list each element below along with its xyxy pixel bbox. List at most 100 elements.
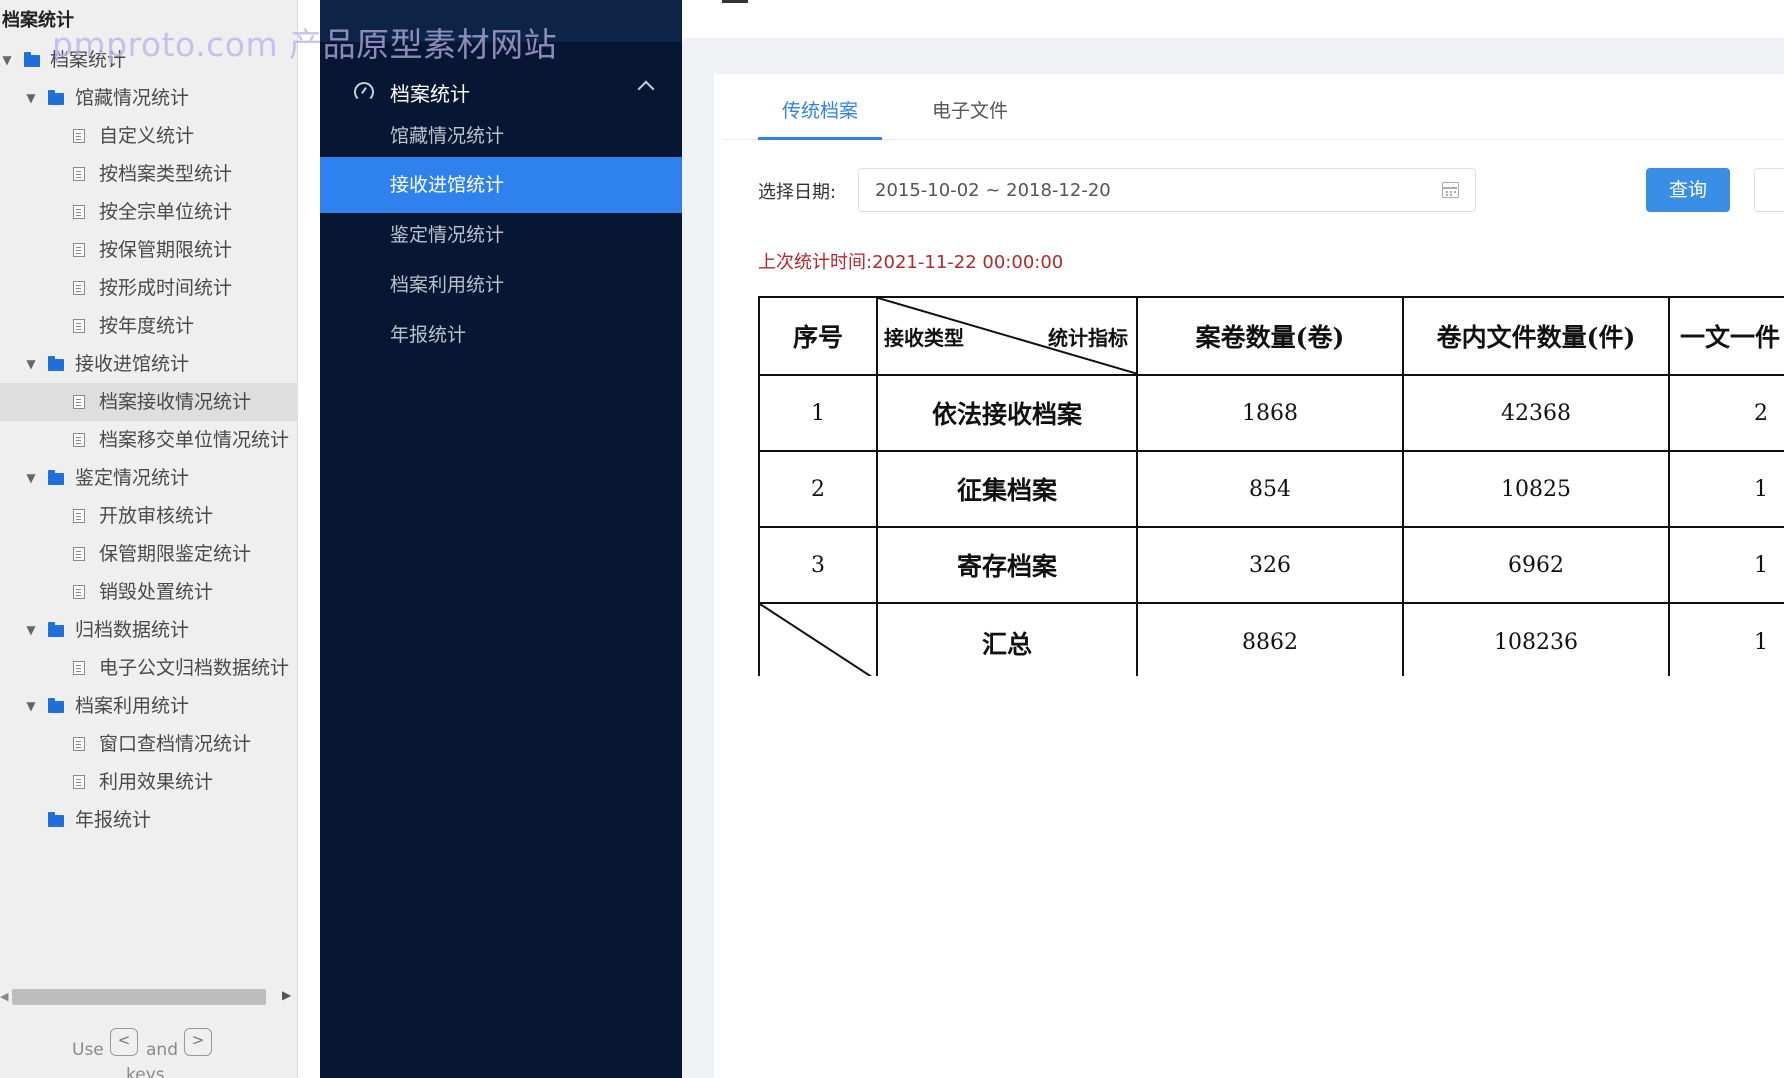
nav-item[interactable]: 鉴定情况统计 xyxy=(320,207,682,263)
page: 档案统计 ▼ 档案统计 ▼ 馆藏情况统计 自定义统计 按档案类型统计 按全宗单位统计 按保管期… xyxy=(0,0,1784,1078)
table-header-row: 序号 接收类型 统计指标 案卷数量(卷) 卷内文件数量(件) 一文一件 xyxy=(758,296,1784,376)
tree-node[interactable]: 按年度统计 xyxy=(0,307,298,345)
watermark: pmproto.com 产品原型素材网站 xyxy=(52,25,558,64)
tab-traditional-archives[interactable]: 传统档案 xyxy=(782,96,858,123)
tree-node-label: 保管期限鉴定统计 xyxy=(99,543,252,565)
expand-arrow-icon[interactable]: ▼ xyxy=(24,611,38,649)
header-files: 卷内文件数量(件) xyxy=(1402,296,1670,376)
header-volumes: 案卷数量(卷) xyxy=(1136,296,1404,376)
scroll-right-icon[interactable]: ▶ xyxy=(282,988,291,1002)
calendar-icon[interactable] xyxy=(1442,182,1459,198)
tree-node[interactable]: 销毁处置统计 xyxy=(0,573,298,611)
tree-node-label: 档案移交单位情况统计 xyxy=(99,429,290,451)
table-row: 1 依法接收档案 1868 42368 2 xyxy=(758,374,1784,452)
nav-item[interactable]: 接收进馆统计 xyxy=(320,157,682,213)
cell-volumes: 1868 xyxy=(1136,374,1404,452)
hint-use: Use xyxy=(72,1040,104,1060)
stats-card: 传统档案 电子文件 选择日期: 2015-10-02 ~ 2018-12-20 … xyxy=(714,74,1784,1078)
expand-arrow-icon[interactable]: ▼ xyxy=(24,459,38,497)
tree-node[interactable]: 档案接收情况统计 xyxy=(0,383,298,421)
tree-node[interactable]: 窗口查档情况统计 xyxy=(0,725,298,763)
chevron-up-icon[interactable] xyxy=(637,80,655,98)
nav-item[interactable]: 档案利用统计 xyxy=(320,257,682,313)
document-icon xyxy=(73,167,85,181)
tree-node[interactable]: 档案移交单位情况统计 xyxy=(0,421,298,459)
cell-total-volumes: 8862 xyxy=(1136,602,1404,676)
tree-node[interactable]: ▼ 馆藏情况统计 xyxy=(0,79,298,117)
tree-node[interactable]: ▼ 归档数据统计 xyxy=(0,611,298,649)
document-icon xyxy=(73,509,85,523)
tree-node[interactable]: 利用效果统计 xyxy=(0,763,298,801)
folder-icon xyxy=(48,622,64,637)
menu-toggle-icon[interactable] xyxy=(722,0,748,3)
main-area: 传统档案 电子文件 选择日期: 2015-10-02 ~ 2018-12-20 … xyxy=(682,0,1784,1078)
cell-one-doc: 1 xyxy=(1668,450,1784,528)
tree-horizontal-scrollbar[interactable]: ◀ ▶ xyxy=(0,986,298,1008)
date-range-picker[interactable]: 2015-10-02 ~ 2018-12-20 xyxy=(858,168,1476,212)
document-icon xyxy=(73,243,85,257)
tree-node-label: 窗口查档情况统计 xyxy=(99,733,252,755)
folder-icon xyxy=(48,812,64,827)
active-tab-indicator xyxy=(758,137,882,140)
cell-files: 42368 xyxy=(1402,374,1670,452)
tree-node[interactable]: 按形成时间统计 xyxy=(0,269,298,307)
tree-node-label: 自定义统计 xyxy=(99,125,195,147)
document-icon xyxy=(73,585,85,599)
last-stat-time: 上次统计时间:2021-11-22 00:00:00 xyxy=(758,252,1064,273)
query-button[interactable]: 查询 xyxy=(1646,168,1730,212)
nav-item[interactable]: 馆藏情况统计 xyxy=(320,108,682,164)
archive-tree: ▼ 档案统计 ▼ 馆藏情况统计 自定义统计 按档案类型统计 按全宗单位统计 按保管期限统计 按形… xyxy=(0,41,298,839)
tree-node[interactable]: 自定义统计 xyxy=(0,117,298,155)
nav-item[interactable]: 年报统计 xyxy=(320,307,682,363)
folder-icon xyxy=(48,90,64,105)
dashboard-gauge-icon xyxy=(354,82,374,102)
expand-arrow-icon[interactable]: ▼ xyxy=(0,41,14,79)
tree-node[interactable]: 年报统计 xyxy=(0,801,298,839)
tree-node-label: 鉴定情况统计 xyxy=(75,467,190,489)
tree-node-label: 销毁处置统计 xyxy=(99,581,214,603)
header-diagonal: 接收类型 统计指标 xyxy=(876,296,1138,376)
header-one-doc: 一文一件 xyxy=(1668,296,1784,376)
cell-files: 10825 xyxy=(1402,450,1670,528)
tree-node-label: 按年度统计 xyxy=(99,315,195,337)
tree-node[interactable]: 开放审核统计 xyxy=(0,497,298,535)
date-range-value: 2015-10-02 ~ 2018-12-20 xyxy=(875,180,1111,201)
document-icon xyxy=(73,661,85,675)
tree-node[interactable]: ▼ 接收进馆统计 xyxy=(0,345,298,383)
nav-sidebar: 档案统计 馆藏情况统计 接收进馆统计 鉴定情况统计 档案利用统计 年报统计 xyxy=(320,0,682,1078)
tab-electronic-files[interactable]: 电子文件 xyxy=(932,96,1008,123)
scroll-left-icon[interactable]: ◀ xyxy=(0,990,8,1003)
date-label: 选择日期: xyxy=(758,182,837,203)
expand-arrow-icon[interactable]: ▼ xyxy=(24,687,38,725)
tree-node[interactable]: 按保管期限统计 xyxy=(0,231,298,269)
tree-node[interactable]: ▼ 档案利用统计 xyxy=(0,687,298,725)
cell-total-one-doc: 1 xyxy=(1668,602,1784,676)
folder-icon xyxy=(24,52,40,67)
archive-tree-panel: 档案统计 ▼ 档案统计 ▼ 馆藏情况统计 自定义统计 按档案类型统计 按全宗单位统计 按保管期… xyxy=(0,0,298,1078)
expand-arrow-icon[interactable]: ▼ xyxy=(24,345,38,383)
secondary-button[interactable] xyxy=(1754,168,1784,212)
cell-one-doc: 1 xyxy=(1668,526,1784,604)
tree-node[interactable]: 电子公文归档数据统计 xyxy=(0,649,298,687)
scrollbar-thumb[interactable] xyxy=(12,989,266,1005)
tree-node[interactable]: ▼ 鉴定情况统计 xyxy=(0,459,298,497)
tree-node[interactable]: 按档案类型统计 xyxy=(0,155,298,193)
tree-node[interactable]: 按全宗单位统计 xyxy=(0,193,298,231)
table-total-row: 汇总 8862 108236 1 xyxy=(758,602,1784,676)
cell-type: 征集档案 xyxy=(876,450,1138,528)
tree-node-label: 档案接收情况统计 xyxy=(99,391,252,413)
tree-node-label: 年报统计 xyxy=(75,809,152,831)
hint-keys: keys xyxy=(126,1065,165,1078)
cell-total-files: 108236 xyxy=(1402,602,1670,676)
cell-seq: 2 xyxy=(758,450,878,528)
folder-icon xyxy=(48,356,64,371)
tree-node-label: 档案利用统计 xyxy=(75,695,190,717)
nav-section-title: 档案统计 xyxy=(390,82,470,106)
expand-arrow-icon[interactable]: ▼ xyxy=(24,79,38,117)
top-bar xyxy=(682,0,1784,38)
cell-total-label: 汇总 xyxy=(876,602,1138,676)
table-row: 3 寄存档案 326 6962 1 xyxy=(758,526,1784,604)
tree-node[interactable]: 保管期限鉴定统计 xyxy=(0,535,298,573)
report-table-container: 序号 接收类型 统计指标 案卷数量(卷) 卷内文件数量(件) 一文一件 1 依法… xyxy=(758,296,1784,676)
hint-and: and xyxy=(146,1040,178,1060)
